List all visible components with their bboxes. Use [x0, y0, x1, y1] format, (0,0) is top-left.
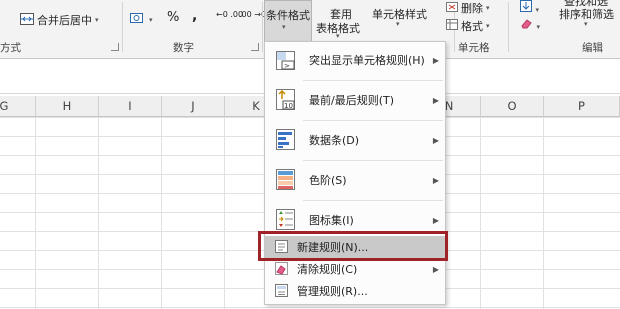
currency-icon	[130, 12, 146, 27]
find-select-button[interactable]: 查找和选	[564, 0, 608, 9]
alignment-dialog-launcher[interactable]	[111, 43, 119, 51]
menu-separator	[303, 200, 443, 201]
menu-separator	[303, 80, 443, 81]
menu-item-data-bars[interactable]: 数据条(D) ▶	[265, 122, 445, 158]
submenu-arrow-icon: ▶	[432, 95, 439, 105]
submenu-arrow-icon: ▶	[432, 135, 439, 145]
menu-item-label: 突出显示单元格规则(H)	[309, 54, 425, 67]
format-label: 格式	[461, 20, 483, 33]
grid-line	[224, 117, 225, 309]
menu-item-clear-rules[interactable]: 清除规则(C) ▶	[265, 259, 445, 279]
column-header[interactable]: P	[544, 96, 620, 116]
highlight-cells-rules-icon: >	[275, 50, 297, 75]
fill-button[interactable]: ▾	[520, 0, 539, 15]
menu-separator	[303, 160, 443, 161]
percent-button[interactable]: %	[167, 10, 179, 25]
top10-icon-text: 10	[284, 102, 293, 110]
svg-text:>: >	[284, 62, 290, 70]
fill-down-icon	[520, 0, 536, 15]
merge-center-icon	[20, 12, 34, 28]
accounting-format-button[interactable]: ▾	[130, 12, 153, 27]
conditional-format-menu: > 突出显示单元格规则(H) ▶ 10 最前/最后规则(T) ▶ 数据条(D) …	[264, 41, 446, 305]
increase-decimal-button[interactable]: ←0 .00	[216, 11, 243, 19]
group-separator	[508, 2, 509, 52]
cells-group-label: 单元格	[458, 42, 490, 54]
grid-line	[35, 117, 36, 309]
top-bottom-rules-icon: 10	[275, 88, 297, 115]
menu-separator	[303, 120, 443, 121]
submenu-arrow-icon: ▶	[432, 215, 439, 225]
conditional-format-label: 条件格式	[266, 9, 310, 22]
annotation-highlight-box	[258, 231, 448, 261]
submenu-arrow-icon: ▶	[432, 55, 439, 65]
chevron-down-icon: ▾	[149, 15, 153, 24]
chevron-down-icon: ▾	[486, 4, 490, 12]
merge-center-label: 合并后居中	[37, 14, 92, 27]
column-header[interactable]: G	[0, 96, 36, 116]
chevron-down-icon: ▾	[535, 6, 540, 14]
delete-cells-icon	[446, 1, 458, 15]
submenu-arrow-icon: ▶	[432, 264, 439, 274]
chevron-down-icon: ▾	[336, 32, 340, 40]
chevron-down-icon: ▾	[282, 23, 286, 31]
format-cells-icon	[446, 19, 458, 33]
grid-line	[98, 117, 99, 309]
editing-group-label: 编辑	[582, 42, 603, 54]
grid-line	[161, 117, 162, 309]
menu-item-color-scales[interactable]: 色阶(S) ▶	[265, 162, 445, 198]
grid-line	[480, 117, 481, 309]
merge-center-button[interactable]: 合并后居中 ▾	[20, 12, 99, 28]
clear-rules-icon	[275, 262, 289, 279]
clear-button[interactable]: ▾	[520, 17, 540, 32]
eraser-icon	[520, 19, 537, 32]
number-dialog-launcher[interactable]	[251, 43, 259, 51]
menu-item-highlight-cells-rules[interactable]: > 突出显示单元格规则(H) ▶	[265, 42, 445, 78]
format-cells-button[interactable]: 格式 ▾	[446, 18, 490, 34]
menu-item-label: 清除规则(C)	[297, 263, 358, 276]
delete-cells-button[interactable]: 删除 ▾	[446, 0, 490, 16]
group-separator	[262, 2, 263, 52]
column-header[interactable]: J	[162, 96, 225, 116]
column-header[interactable]: I	[99, 96, 162, 116]
chevron-down-icon: ▾	[486, 22, 490, 30]
color-scales-icon	[275, 168, 297, 195]
submenu-arrow-icon: ▶	[432, 175, 439, 185]
data-bars-icon	[275, 128, 297, 155]
chevron-down-icon: ▾	[536, 23, 541, 31]
manage-rules-icon	[275, 284, 289, 301]
alignment-group-label: 方式	[0, 42, 21, 54]
menu-item-manage-rules[interactable]: 管理规则(R)...	[265, 280, 445, 302]
comma-button[interactable]: ,	[192, 8, 197, 24]
menu-item-label: 管理规则(R)...	[297, 285, 368, 298]
chevron-down-icon: ▾	[584, 20, 588, 28]
grid-line	[543, 117, 544, 309]
menu-item-label: 色阶(S)	[309, 174, 347, 187]
chevron-down-icon: ▾	[396, 20, 400, 28]
menu-item-label: 图标集(I)	[309, 214, 354, 227]
menu-item-top-bottom-rules[interactable]: 10 最前/最后规则(T) ▶	[265, 82, 445, 118]
conditional-format-button[interactable]: 条件格式 ▾	[264, 0, 312, 43]
column-header[interactable]: H	[36, 96, 99, 116]
menu-item-label: 数据条(D)	[309, 134, 360, 147]
number-group-label: 数字	[173, 42, 194, 54]
column-header[interactable]: O	[481, 96, 544, 116]
decrease-decimal-button[interactable]: .00 →0	[239, 11, 266, 19]
chevron-down-icon: ▾	[95, 16, 99, 24]
delete-label: 删除	[461, 2, 483, 15]
menu-item-label: 最前/最后规则(T)	[309, 94, 395, 107]
group-separator	[122, 2, 123, 52]
